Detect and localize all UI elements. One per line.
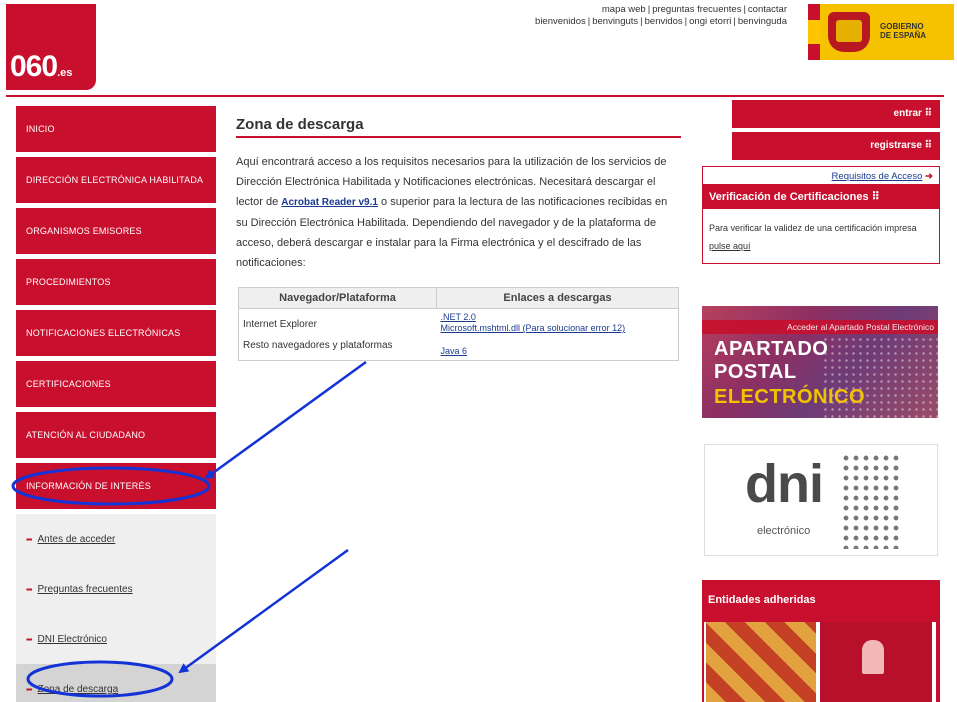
apartado-line-1: APARTADO	[714, 338, 829, 360]
table-row: Internet Explorer .NET 2.0 Microsoft.msh…	[239, 309, 679, 338]
subnav: ▪▪▪ Antes de acceder ▪▪▪ Preguntas frecuen…	[16, 514, 216, 702]
nav-item-direccion-electronica[interactable]: DIRECCIÓN ELECTRÓNICA HABILITADA	[16, 157, 216, 203]
link-preguntas-frecuentes[interactable]: preguntas frecuentes	[652, 4, 741, 15]
entidad-emblem-right	[820, 622, 932, 702]
subnav-item-antes-de-acceder[interactable]: ▪▪▪ Antes de acceder	[16, 514, 216, 564]
table-header-platform: Navegador/Plataforma	[237, 287, 438, 309]
dni-subtitle: electrónico	[757, 525, 811, 537]
apartado-line-2: POSTAL	[714, 361, 797, 383]
dni-electronico-banner[interactable]: dni electrónico	[704, 444, 938, 556]
verificacion-box: Requisitos de Acceso ➜ Verificación de C…	[702, 166, 940, 264]
header-divider	[6, 95, 944, 97]
lang-castellano[interactable]: bienvenidos	[535, 16, 586, 27]
logo-text: 060.es	[10, 50, 73, 83]
requisitos-acceso[interactable]: Requisitos de Acceso ➜	[703, 167, 939, 184]
gobierno-text: GOBIERNO DE ESPAÑA	[880, 22, 927, 40]
main-content: Zona de descarga Aquí encontrará acceso …	[236, 116, 681, 361]
top-links-row-1: mapa web | preguntas frecuentes | contactar	[601, 4, 787, 15]
lang-galego[interactable]: benvidos	[645, 16, 683, 27]
pulse-aqui-link[interactable]: pulse aquí	[709, 241, 751, 251]
apartado-line-3: ELECTRÓNICO	[714, 386, 866, 408]
subnav-item-dni-electronico[interactable]: ▪▪▪ DNI Electrónico	[16, 614, 216, 664]
lang-euskara[interactable]: ongi etorri	[689, 16, 731, 27]
table-header-links: Enlaces a descargas	[436, 287, 679, 309]
intro-paragraph: Aquí encontrará acceso a los requisitos …	[236, 156, 668, 269]
entidad-emblem-left	[706, 622, 816, 702]
dotnet-link[interactable]: .NET 2.0	[441, 312, 674, 323]
gobierno-logo[interactable]: GOBIERNO DE ESPAÑA	[808, 4, 954, 60]
registrarse-button[interactable]: registrarse ⠿	[732, 132, 940, 160]
platform-cell: Internet Explorer	[243, 319, 317, 330]
lang-valencia[interactable]: benvinguda	[738, 16, 787, 27]
link-contactar[interactable]: contactar	[748, 4, 787, 15]
annotation-arrow-1	[204, 360, 367, 480]
lang-catala[interactable]: benvinguts	[592, 16, 638, 27]
link-mapa-web[interactable]: mapa web	[602, 4, 646, 15]
nav-item-organismos-emisores[interactable]: ORGANISMOS EMISORES	[16, 208, 216, 254]
nav-item-procedimientos[interactable]: PROCEDIMIENTOS	[16, 259, 216, 305]
downloads-table: Navegador/Plataforma Enlaces a descargas…	[237, 287, 679, 361]
entidades-title[interactable]: Entidades adheridas	[702, 580, 940, 606]
java-link[interactable]: Java 6	[441, 346, 674, 357]
bullet-icon: ▪▪▪	[26, 634, 32, 644]
nav-item-certificaciones[interactable]: CERTIFICACIONES	[16, 361, 216, 407]
platform-cell: Resto navegadores y plataformas	[243, 340, 393, 351]
left-nav: INICIO DIRECCIÓN ELECTRÓNICA HABILITADA …	[16, 106, 216, 702]
entrar-button[interactable]: entrar ⠿	[732, 100, 940, 128]
apartado-banner-caption: Acceder al Apartado Postal Electrónico	[702, 320, 938, 334]
nav-item-informacion-interes[interactable]: INFORMACIÓN DE INTERÉS	[16, 463, 216, 509]
table-header-row: Navegador/Plataforma Enlaces a descargas	[237, 287, 679, 309]
acrobat-reader-link[interactable]: Acrobat Reader v9.1	[281, 197, 378, 208]
table-row: Resto navegadores y plataformas Java 6	[239, 337, 679, 361]
links-cell: Java 6	[437, 337, 679, 361]
bullet-icon: ▪▪▪	[26, 534, 32, 544]
top-links-row-2: bienvenidos | benvinguts | benvidos | ongi eto…	[535, 16, 787, 27]
dni-logo-text: dni	[745, 454, 824, 514]
top-links: mapa web | preguntas frecuentes | contactar …	[535, 4, 787, 28]
right-column: entrar ⠿ registrarse ⠿ Requisitos de Acc…	[702, 100, 940, 264]
entidades-image[interactable]	[704, 622, 936, 702]
nav-item-notificaciones[interactable]: NOTIFICACIONES ELECTRÓNICAS	[16, 310, 216, 356]
apartado-postal-banner[interactable]: Acceder al Apartado Postal Electrónico A…	[702, 306, 938, 418]
mshtml-link[interactable]: Microsoft.mshtml.dll (Para solucionar er…	[441, 323, 674, 334]
subnav-item-zona-de-descarga[interactable]: ▪▪▪ Zona de descarga	[16, 664, 216, 702]
subnav-item-preguntas-frecuentes[interactable]: ▪▪▪ Preguntas frecuentes	[16, 564, 216, 614]
site-logo[interactable]: 060.es	[6, 4, 96, 90]
spain-flag-icon	[808, 4, 820, 60]
verificacion-title[interactable]: Verificación de Certificaciones ⠿	[703, 184, 939, 209]
arrow-right-icon: ➜	[925, 171, 933, 182]
links-cell: .NET 2.0 Microsoft.mshtml.dll (Para solu…	[437, 309, 679, 338]
dni-dots-icon	[841, 453, 901, 549]
nav-item-inicio[interactable]: INICIO	[16, 106, 216, 152]
bullet-icon: ▪▪▪	[26, 584, 32, 594]
coat-of-arms-icon	[828, 12, 870, 52]
nav-item-atencion-ciudadano[interactable]: ATENCIÓN AL CIUDADANO	[16, 412, 216, 458]
entidades-adheridas-box: Entidades adheridas	[702, 580, 940, 702]
bullet-icon: ▪▪▪	[26, 684, 32, 694]
verificacion-text: Para verificar la validez de una certifi…	[709, 223, 917, 251]
page-title: Zona de descarga	[236, 116, 681, 138]
